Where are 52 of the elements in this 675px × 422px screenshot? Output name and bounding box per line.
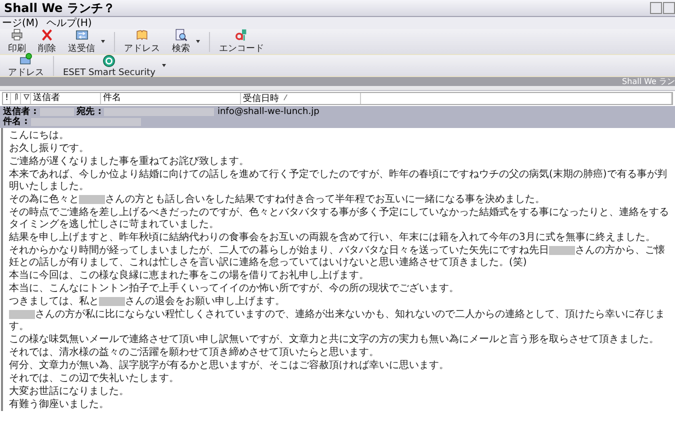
body-paragraph: つきましては、私と さんの退会をお願い申し上げます。 — [9, 296, 286, 308]
paperclip-icon[interactable] — [13, 93, 20, 101]
filter-icon[interactable] — [23, 93, 30, 101]
body-paragraph: 有難う御座いました。 — [9, 399, 110, 411]
folder-title: Shall We ラン — [622, 76, 675, 87]
body-paragraph: この様な味気無いメールで連絡させて頂い申し訳無いですが、文章力と共に文字の方の実力も無い為にメールと言う形を取らさせて頂きました。 — [9, 334, 660, 346]
toolbar-button[interactable]: アドレス — [118, 28, 166, 55]
search-icon — [174, 28, 188, 42]
from-label: 送信者 : — [3, 107, 37, 117]
printer-icon — [10, 28, 24, 42]
body-paragraph: 大変お世話になりました。 — [9, 386, 130, 398]
dropdown-icon[interactable] — [162, 64, 166, 67]
dropdown-icon[interactable] — [101, 40, 105, 43]
body-paragraph: それでは、清水様の益々のご活躍を願わせて頂き締めさせて頂いたらと思います。 — [9, 347, 380, 359]
toolbar-button[interactable]: 印刷 — [2, 28, 32, 55]
menu-item[interactable]: ージ(M) — [2, 16, 38, 30]
body-paragraph: こんにちは。 — [9, 130, 70, 142]
envelope-icon — [19, 52, 33, 66]
body-paragraph: 何分、文章力が無い為、誤字脱字が有るかと思いますが、そこはご容赦頂ければ幸いに思います。 — [9, 360, 450, 372]
to-label: 宛先 : — [76, 107, 102, 117]
body-paragraph: 本当に今回は、この様な良縁に恵まれた事をこの場を借りてお礼申し上げます。 — [9, 270, 370, 282]
body-paragraph: 本当に、こんなにトントン拍子で上手くいってイイのか怖い所ですが、今の所の現状でございます。 — [9, 283, 460, 295]
body-paragraph: 本来であれば、今しか位より結婚に向けての話しを進めて行く予定でしたのですが、昨年の春頃にですねウチの父の病気(末期の肺癌)で有る事が判明いたしました。 — [9, 169, 668, 193]
body-paragraph: その時点でご連絡を差し上げるべきだったのですが、色々とバタバタする事が多く予定にしていなかった結婚式をする事になったりと、連絡をするタイミングを逃し忙しさに苛まれていました。 — [9, 207, 669, 231]
body-paragraph: それからかなり時間が経ってしまいましたが、二人での暮らしが始まり、バタバタな日々を送っていた矢先にですね先日 さんの方から、ご懐妊との話しが有りまして、これは忙しさを言い訳に連絡を怠っていてはいけないと思い連絡させて頂きました。(笑) — [9, 245, 666, 269]
dropdown-icon[interactable] — [196, 40, 200, 43]
body-paragraph: お久し振りです。 — [9, 143, 90, 155]
priority-column-header[interactable]: ! — [5, 93, 9, 103]
toolbar-button[interactable]: エンコード — [213, 28, 270, 55]
shield-icon — [102, 54, 116, 68]
toolbar-button[interactable]: 検索 — [166, 28, 196, 55]
subject-label: 件名 : — [3, 117, 28, 127]
column-header[interactable]: 件名 — [103, 93, 121, 103]
body-paragraph: その為に色々と さんの方とも話し合いをした結果ですね付き合って半年程でお互いに一緒になる事を決めました。 — [9, 194, 546, 206]
book-icon — [135, 28, 149, 42]
encoding-icon — [234, 28, 248, 42]
send-receive-icon — [74, 28, 88, 42]
toolbar-button[interactable]: アドレス — [2, 52, 50, 79]
toolbar-button[interactable]: 削除 — [32, 28, 62, 55]
email-address: info@shall-we-lunch.jp — [217, 107, 320, 117]
minimize-button[interactable] — [650, 2, 662, 14]
window-title: Shall We ランチ？ — [3, 0, 115, 16]
toolbar-button[interactable]: 送受信 — [62, 28, 101, 55]
maximize-button[interactable] — [663, 2, 675, 14]
body-paragraph: ご連絡が遅くなりました事を重ねてお詫び致します。 — [9, 156, 250, 168]
body-paragraph: それでは、この辺で失礼いたします。 — [9, 373, 180, 385]
menu-item[interactable]: ヘルプ(H) — [46, 16, 92, 30]
sort-icon — [282, 93, 289, 101]
column-header[interactable]: 受信日時 — [243, 94, 279, 104]
delete-icon — [40, 28, 54, 42]
body-paragraph: 結果を申し上げますと、昨年秋頃に結納代わりの食事会をお互いの両親を含めて行い、年末には籍を入れて今年の3月に式を無事に終えました。 — [9, 232, 656, 244]
body-paragraph: さんの方が私に比にならない程忙しくされていますので、連絡が出来ないかも、知れないので二人からの連絡として、頂けたら幸いに存じます。 — [9, 309, 666, 333]
